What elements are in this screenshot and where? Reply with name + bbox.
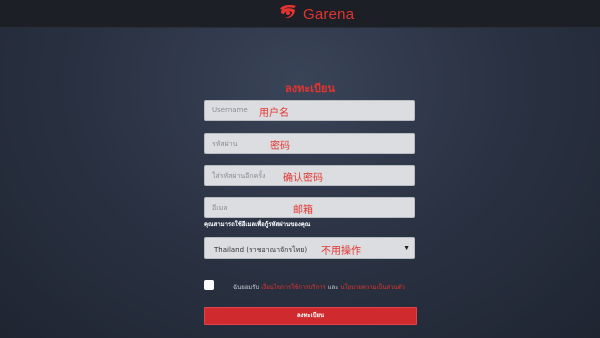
email-annotation: 邮箱: [293, 205, 313, 216]
top-bar: Garena: [0, 0, 600, 28]
agreement-conjunction: และ: [327, 284, 339, 291]
password-placeholder: รหัสผ่าน: [212, 140, 238, 148]
page-title: ลงทะเบียน: [285, 82, 335, 95]
terms-link[interactable]: เงื่อนไขการใช้การบริการ: [261, 284, 326, 291]
agree-checkbox[interactable]: [204, 280, 214, 290]
garena-brand[interactable]: Garena: [277, 4, 354, 24]
password-field[interactable]: รหัสผ่าน 密码: [204, 133, 415, 154]
username-annotation: 用户名: [259, 108, 289, 119]
chevron-down-icon: ▼: [403, 245, 410, 252]
confirm-password-field[interactable]: ใส่รหัสผ่านอีกครั้ง 确认密码: [204, 165, 415, 186]
confirm-password-annotation: 确认密码: [283, 173, 323, 184]
password-annotation: 密码: [270, 141, 290, 152]
agreement-prefix: ฉันยอมรับ: [233, 284, 260, 291]
country-select-annotation: 不用操作: [321, 246, 361, 257]
country-select-value: Thailand (ราชอาณาจักรไทย): [214, 246, 308, 254]
country-select[interactable]: Thailand (ราชอาณาจักรไทย) 不用操作 ▼: [204, 237, 415, 259]
brand-name: Garena: [303, 5, 355, 23]
register-button[interactable]: ลงทะเบียน: [204, 307, 417, 325]
garena-logo-icon: [277, 3, 299, 26]
email-hint: คุณสามารถใช้อีเมลเพื่อกู้รหัสผ่านของคุณ: [204, 221, 311, 228]
username-field[interactable]: Username 用户名: [204, 100, 415, 121]
email-placeholder: อีเมล: [212, 204, 228, 212]
confirm-password-placeholder: ใส่รหัสผ่านอีกครั้ง: [212, 172, 266, 180]
privacy-link[interactable]: นโยบายความเป็นส่วนตัว: [340, 284, 405, 291]
agreement-text: ฉันยอมรับ เงื่อนไขการใช้การบริการ และ นโ…: [233, 282, 405, 292]
username-placeholder: Username: [212, 106, 248, 114]
email-field[interactable]: อีเมล 邮箱: [204, 197, 415, 218]
